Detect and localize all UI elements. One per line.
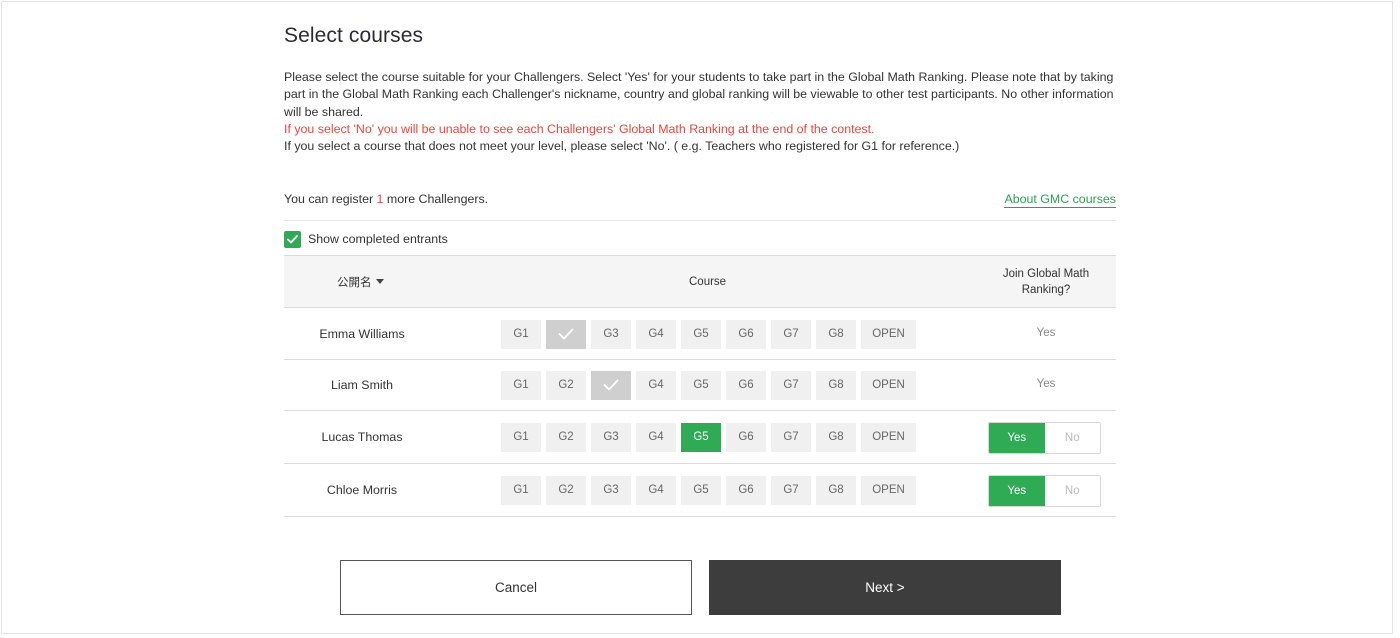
join-no-option[interactable]: No bbox=[1044, 475, 1100, 506]
course-option-g6[interactable]: G6 bbox=[726, 370, 766, 400]
description-level-note: If you select a course that does not mee… bbox=[284, 139, 960, 154]
course-option-g4[interactable]: G4 bbox=[636, 475, 676, 505]
course-completed-check-icon[interactable] bbox=[591, 370, 631, 400]
course-option-g6[interactable]: G6 bbox=[726, 475, 766, 505]
entrant-name: Emma Williams bbox=[319, 326, 405, 341]
course-option-g5[interactable]: G5 bbox=[681, 370, 721, 400]
register-suffix: more Challengers. bbox=[383, 192, 489, 206]
checkbox-checked-icon[interactable] bbox=[284, 230, 301, 248]
register-prefix: You can register bbox=[284, 192, 377, 206]
course-option-g4[interactable]: G4 bbox=[636, 370, 676, 400]
course-option-g2[interactable]: G2 bbox=[546, 422, 586, 452]
table-header: 公開名 Course Join Global Math Ranking? bbox=[284, 255, 1116, 308]
column-header-join-ranking: Join Global Math Ranking? bbox=[1002, 268, 1090, 296]
join-yes-option[interactable]: Yes bbox=[989, 475, 1045, 506]
course-option-g8[interactable]: G8 bbox=[816, 319, 856, 349]
course-option-open[interactable]: OPEN bbox=[861, 370, 916, 400]
course-completed-check-icon[interactable] bbox=[546, 319, 586, 349]
join-ranking-toggle[interactable]: Yes No bbox=[988, 474, 1101, 507]
course-option-open[interactable]: OPEN bbox=[861, 475, 916, 505]
description: Please select the course suitable for yo… bbox=[284, 69, 1116, 155]
join-ranking-value: Yes bbox=[1036, 326, 1056, 339]
join-ranking-value: Yes bbox=[1036, 377, 1056, 390]
join-ranking-toggle[interactable]: Yes No bbox=[988, 421, 1101, 454]
course-option-g5[interactable]: G5 bbox=[681, 475, 721, 505]
table-row: Chloe Morris G1 G2 G3 G4 G5 G6 G7 G8 OPEN Yes No bbox=[284, 464, 1116, 517]
register-remaining: You can register 1 more Challengers. bbox=[284, 192, 488, 206]
column-header-name-label: 公開名 bbox=[337, 276, 372, 289]
table-row: Lucas Thomas G1 G2 G3 G4 G5 G6 G7 G8 OPEN Yes No bbox=[284, 411, 1116, 464]
join-yes-option[interactable]: Yes bbox=[989, 422, 1045, 453]
description-ranking-info: Please select the course suitable for yo… bbox=[284, 70, 1114, 119]
about-gmc-courses-link[interactable]: About GMC courses bbox=[1004, 192, 1116, 208]
course-option-g1[interactable]: G1 bbox=[501, 319, 541, 349]
course-option-g8[interactable]: G8 bbox=[816, 422, 856, 452]
divider bbox=[284, 220, 1116, 221]
description-warning: If you select 'No' you will be unable to… bbox=[284, 121, 875, 136]
course-option-g6[interactable]: G6 bbox=[726, 319, 766, 349]
course-option-g7[interactable]: G7 bbox=[771, 319, 811, 349]
show-completed-toggle[interactable]: Show completed entrants bbox=[284, 230, 448, 248]
course-option-g5[interactable]: G5 bbox=[681, 422, 721, 452]
course-option-g4[interactable]: G4 bbox=[636, 422, 676, 452]
course-option-g3[interactable]: G3 bbox=[591, 319, 631, 349]
course-option-g2[interactable]: G2 bbox=[546, 370, 586, 400]
course-option-g5[interactable]: G5 bbox=[681, 319, 721, 349]
table-row: Emma Williams G1 G3 G4 G5 G6 G7 G8 OPEN Yes bbox=[284, 309, 1116, 360]
table-row: Liam Smith G1 G2 G4 G5 G6 G7 G8 OPEN Yes bbox=[284, 360, 1116, 411]
join-no-option[interactable]: No bbox=[1044, 422, 1100, 453]
course-option-g8[interactable]: G8 bbox=[816, 370, 856, 400]
course-option-g4[interactable]: G4 bbox=[636, 319, 676, 349]
course-option-open[interactable]: OPEN bbox=[861, 319, 916, 349]
course-option-g3[interactable]: G3 bbox=[591, 475, 631, 505]
course-option-g7[interactable]: G7 bbox=[771, 475, 811, 505]
sort-down-icon[interactable] bbox=[375, 279, 384, 284]
course-option-g8[interactable]: G8 bbox=[816, 475, 856, 505]
course-option-g7[interactable]: G7 bbox=[771, 422, 811, 452]
entrant-name: Chloe Morris bbox=[326, 482, 398, 497]
course-option-g3[interactable]: G3 bbox=[591, 422, 631, 452]
column-header-course: Course bbox=[689, 275, 727, 288]
course-option-g1[interactable]: G1 bbox=[501, 475, 541, 505]
course-option-open[interactable]: OPEN bbox=[861, 422, 916, 452]
column-header-name[interactable]: 公開名 bbox=[337, 256, 384, 307]
course-option-g6[interactable]: G6 bbox=[726, 422, 766, 452]
course-option-g7[interactable]: G7 bbox=[771, 370, 811, 400]
show-completed-label: Show completed entrants bbox=[308, 232, 448, 246]
entrant-name: Lucas Thomas bbox=[321, 429, 403, 444]
entrant-name: Liam Smith bbox=[331, 377, 393, 392]
course-option-g2[interactable]: G2 bbox=[546, 475, 586, 505]
course-option-g1[interactable]: G1 bbox=[501, 422, 541, 452]
cancel-button[interactable]: Cancel bbox=[340, 560, 692, 615]
next-button[interactable]: Next > bbox=[709, 560, 1061, 615]
page-title: Select courses bbox=[284, 24, 424, 47]
course-option-g1[interactable]: G1 bbox=[501, 370, 541, 400]
